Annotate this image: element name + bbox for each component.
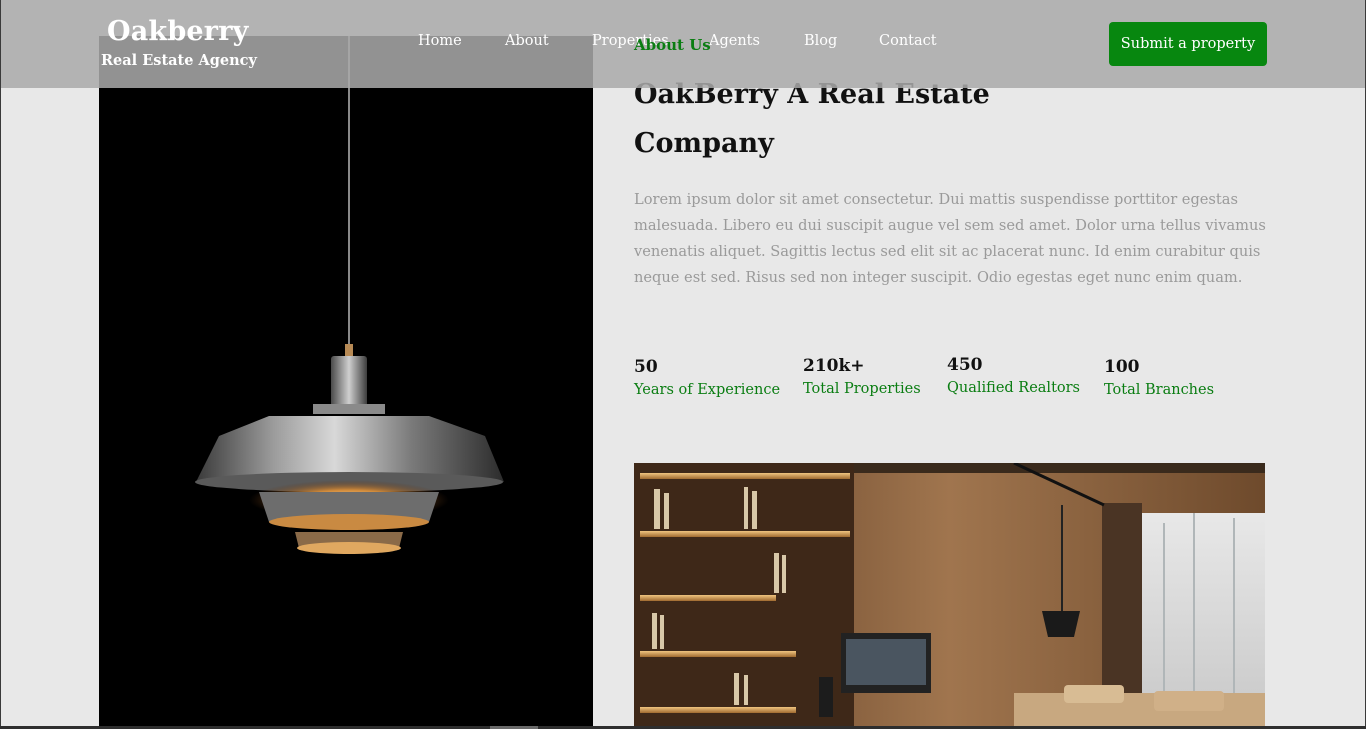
nav-agents[interactable]: Agents [709, 33, 760, 49]
stat-value: 450 [947, 355, 983, 375]
stat-label: Qualified Realtors [947, 380, 1080, 396]
page: Oakberry Real Estate Agency Home About P… [0, 0, 1366, 729]
submit-property-button[interactable]: Submit a property [1109, 22, 1267, 66]
stat-label: Years of Experience [634, 382, 781, 398]
nav-blog[interactable]: Blog [804, 33, 837, 49]
stat-properties: 210k+ Total Properties [803, 355, 921, 401]
stat-experience: 50 Years of Experience [634, 356, 780, 402]
logo-subtitle: Real Estate Agency [101, 52, 257, 69]
about-eyebrow: About Us [634, 36, 711, 54]
pendant-lamp-image [99, 36, 593, 726]
page-viewport: Oakberry Real Estate Agency Home About P… [1, 0, 1365, 726]
stat-label: Total Properties [803, 381, 921, 397]
nav-about[interactable]: About [505, 33, 549, 49]
nav-home[interactable]: Home [418, 33, 462, 49]
stat-label: Total Branches [1104, 382, 1215, 398]
stat-realtors: 450 Qualified Realtors [947, 354, 1080, 400]
about-description: Lorem ipsum dolor sit amet consectetur. … [634, 191, 1266, 286]
stat-value: 100 [1104, 357, 1140, 377]
stat-value: 50 [634, 357, 658, 377]
stat-value: 210k+ [803, 356, 865, 376]
stat-branches: 100 Total Branches [1104, 356, 1214, 402]
logo-title[interactable]: Oakberry [107, 16, 249, 47]
nav-contact[interactable]: Contact [879, 33, 937, 49]
living-room-image [634, 463, 1265, 726]
